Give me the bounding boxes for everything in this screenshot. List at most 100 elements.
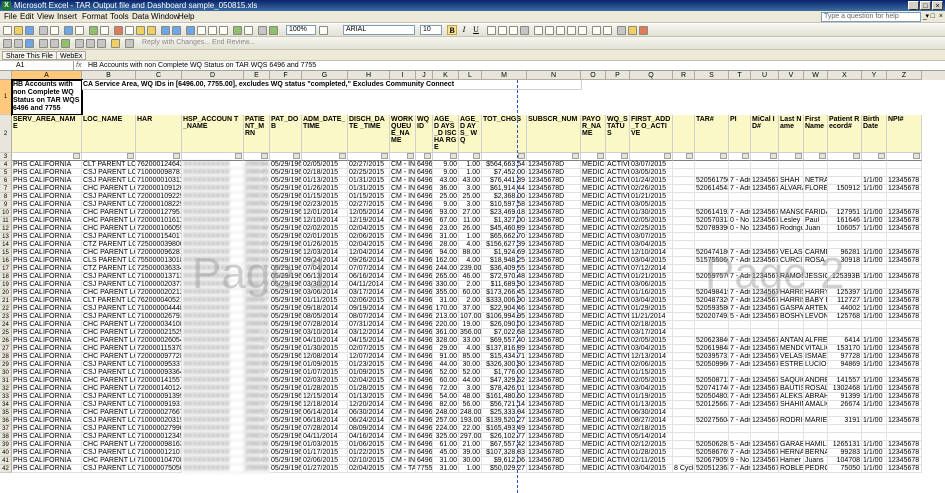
data-cell[interactable]: 720000096281 bbox=[136, 249, 182, 257]
data-cell[interactable]: $326,300.80 bbox=[482, 361, 527, 369]
data-cell[interactable]: 1/1/00 bbox=[862, 465, 887, 473]
data-cell[interactable]: 1/1/00 bbox=[862, 313, 887, 321]
data-cell[interactable]: 12345678D bbox=[527, 345, 581, 353]
data-cell[interactable]: CSJ PARENT LO bbox=[82, 169, 136, 177]
review-icon-10[interactable] bbox=[111, 39, 120, 48]
data-cell[interactable]: ALEKSA bbox=[779, 393, 804, 401]
data-cell[interactable] bbox=[673, 193, 695, 201]
data-cell[interactable]: 05/29/1960 bbox=[270, 289, 302, 297]
data-cell[interactable]: 96281 bbox=[828, 249, 862, 257]
data-cell[interactable]: CSJ PARENT LO bbox=[82, 201, 136, 209]
data-cell[interactable]: CM - IN bbox=[390, 281, 416, 289]
data-cell[interactable] bbox=[673, 241, 695, 249]
autofilter-cell[interactable] bbox=[828, 153, 862, 161]
data-cell[interactable]: 710000154017 bbox=[136, 233, 182, 241]
data-cell[interactable]: $47,329.62 bbox=[482, 377, 527, 385]
data-cell[interactable]: ISMAEL bbox=[804, 353, 828, 361]
row-header[interactable]: 23 bbox=[0, 313, 12, 321]
data-cell[interactable]: 515755066 bbox=[695, 257, 729, 265]
data-cell[interactable]: 03/12/2014 bbox=[348, 329, 390, 337]
data-cell[interactable]: 01/11/2015 bbox=[302, 297, 348, 305]
data-cell[interactable]: 12345678 bbox=[751, 249, 779, 257]
data-cell[interactable] bbox=[779, 201, 804, 209]
data-cell[interactable] bbox=[673, 281, 695, 289]
row-header[interactable]: 4 bbox=[0, 161, 12, 169]
autofilter-cell[interactable] bbox=[82, 153, 136, 161]
data-cell[interactable]: PHS CALIFORNIA bbox=[12, 289, 82, 297]
data-cell[interactable]: PHS CALIFORNIA bbox=[12, 401, 82, 409]
data-cell[interactable]: 05/29/1960 bbox=[270, 425, 302, 433]
row-header[interactable]: 13 bbox=[0, 233, 12, 241]
data-cell[interactable]: 08/27/2014 bbox=[630, 417, 673, 425]
data-cell[interactable]: MEDIC-C bbox=[581, 225, 606, 233]
data-cell[interactable]: XXXXXXXXXX bbox=[182, 313, 244, 321]
data-cell[interactable] bbox=[673, 273, 695, 281]
data-cell[interactable]: 12345678 bbox=[751, 257, 779, 265]
data-cell[interactable]: $11,689.90 bbox=[482, 281, 527, 289]
data-cell[interactable] bbox=[887, 329, 922, 337]
increase-decimal-icon[interactable] bbox=[567, 26, 576, 35]
data-cell[interactable] bbox=[673, 305, 695, 313]
row-header[interactable]: 12 bbox=[0, 225, 12, 233]
data-cell[interactable] bbox=[673, 337, 695, 345]
data-cell[interactable]: 12345678D bbox=[527, 321, 581, 329]
data-cell[interactable] bbox=[779, 321, 804, 329]
data-cell[interactable]: VELASC bbox=[779, 249, 804, 257]
data-cell[interactable]: 6496 bbox=[416, 169, 433, 177]
data-cell[interactable]: 725000039800 bbox=[136, 241, 182, 249]
data-cell[interactable]: 710000020319 bbox=[136, 417, 182, 425]
row-header[interactable]: 35 bbox=[0, 409, 12, 417]
data-cell[interactable]: 153170 bbox=[828, 345, 862, 353]
data-cell[interactable] bbox=[695, 265, 729, 273]
data-cell[interactable]: $2,368.00 bbox=[482, 193, 527, 201]
data-cell[interactable]: 75050 bbox=[828, 465, 862, 473]
data-cell[interactable]: 12345678 bbox=[751, 225, 779, 233]
data-cell[interactable]: PHS CALIFORNIA bbox=[12, 297, 82, 305]
data-cell[interactable]: 1/1/00 bbox=[862, 249, 887, 257]
data-cell[interactable] bbox=[779, 409, 804, 417]
data-cell[interactable]: ROSA bbox=[804, 257, 828, 265]
data-cell[interactable]: 60.00 bbox=[433, 377, 459, 385]
data-cell[interactable]: 12345678D bbox=[527, 289, 581, 297]
row-header[interactable]: 30 bbox=[0, 369, 12, 377]
data-cell[interactable]: 12345678 bbox=[887, 345, 922, 353]
data-cell[interactable]: ACTIVE bbox=[606, 417, 630, 425]
data-cell[interactable]: PHS CALIFORNIA bbox=[12, 249, 82, 257]
data-cell[interactable] bbox=[673, 401, 695, 409]
data-cell[interactable]: 21.00 bbox=[459, 441, 482, 449]
data-cell[interactable]: CHC PARENT LO bbox=[82, 377, 136, 385]
font-name-select[interactable]: ARIAL bbox=[343, 25, 415, 35]
data-cell[interactable]: CM - IN bbox=[390, 385, 416, 393]
hyperlink-icon[interactable] bbox=[186, 26, 195, 35]
data-cell[interactable]: CHC PARENT LO bbox=[82, 385, 136, 393]
data-cell[interactable]: 03/17/2014 bbox=[348, 289, 390, 297]
menu-file[interactable]: File bbox=[2, 11, 19, 23]
data-cell[interactable]: 200049 bbox=[244, 249, 270, 257]
data-cell[interactable] bbox=[779, 161, 804, 169]
data-cell[interactable]: 05/29/1960 bbox=[270, 345, 302, 353]
data-cell[interactable] bbox=[862, 161, 887, 169]
data-cell[interactable]: CSJ PARENT LO bbox=[82, 369, 136, 377]
data-cell[interactable]: ACTIVE bbox=[606, 337, 630, 345]
autofilter-dropdown-icon[interactable] bbox=[913, 153, 920, 159]
data-cell[interactable]: CM - TA bbox=[390, 465, 416, 473]
data-cell[interactable]: ACTIVE bbox=[606, 377, 630, 385]
help-icon[interactable] bbox=[319, 26, 328, 35]
data-cell[interactable] bbox=[673, 185, 695, 193]
data-cell[interactable]: 200052 bbox=[244, 337, 270, 345]
data-cell[interactable]: 200052 bbox=[244, 409, 270, 417]
data-cell[interactable]: 725000036334 bbox=[136, 265, 182, 273]
data-cell[interactable]: 05/29/1960 bbox=[270, 281, 302, 289]
data-cell[interactable]: 7 - Adm bbox=[729, 297, 751, 305]
data-cell[interactable]: $139,520.27 bbox=[482, 417, 527, 425]
data-cell[interactable]: 01/28/2015 bbox=[348, 385, 390, 393]
data-cell[interactable] bbox=[828, 433, 862, 441]
data-cell[interactable]: 05/29/1960 bbox=[270, 169, 302, 177]
data-cell[interactable]: 12/08/2014 bbox=[302, 353, 348, 361]
data-cell[interactable]: 02/25/2015 bbox=[630, 225, 673, 233]
data-cell[interactable]: 162.00 bbox=[433, 257, 459, 265]
data-cell[interactable]: 05/29/1960 bbox=[270, 377, 302, 385]
data-cell[interactable]: 12345678D bbox=[527, 425, 581, 433]
data-cell[interactable]: 720000106059 bbox=[136, 225, 182, 233]
data-cell[interactable]: 44.00 bbox=[459, 377, 482, 385]
